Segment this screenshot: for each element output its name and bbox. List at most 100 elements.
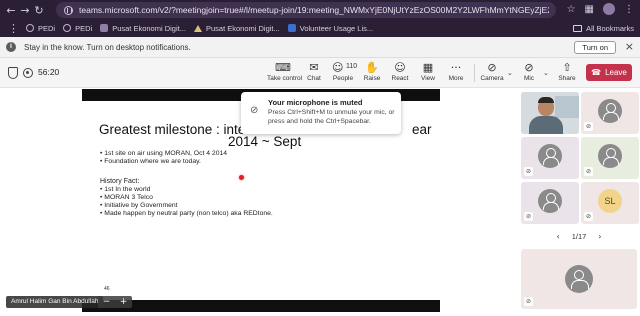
back-icon[interactable]: ← xyxy=(4,4,18,17)
zoom-in-button[interactable]: + xyxy=(120,296,128,308)
smile-icon: ☺ xyxy=(394,61,406,74)
avatar xyxy=(538,144,562,168)
apps-icon[interactable]: ⋮ xyxy=(8,22,19,35)
mic-button[interactable]: ⊘ Mic xyxy=(514,61,544,86)
globe-icon xyxy=(26,24,34,32)
toast-body: Press Ctrl+Shift+M to unmute your mic, o… xyxy=(268,109,395,125)
slide-bullet: Foundation where we are today. xyxy=(100,158,227,166)
participant-tile[interactable]: ⊘ xyxy=(581,92,639,134)
chat-button[interactable]: ✉ Chat xyxy=(299,61,329,86)
notification-message: Stay in the know. Turn on desktop notifi… xyxy=(24,42,191,52)
mic-muted-icon: ⊘ xyxy=(524,167,533,176)
avatar xyxy=(598,144,622,168)
bookmark-pusat-ekonomi-2[interactable]: Pusat Ekonomi Digit... xyxy=(193,24,280,33)
bookmark-volunteer-usage[interactable]: Volunteer Usage Lis... xyxy=(287,24,373,33)
all-bookmarks[interactable]: All Bookmarks xyxy=(573,20,634,36)
video-background-board xyxy=(555,96,579,118)
participant-tile[interactable]: ⊘ xyxy=(521,182,579,224)
presenter-name-tag: Amrul Halim Gan Bin Abdullah xyxy=(6,296,104,308)
chat-icon: ✉ xyxy=(309,61,319,74)
globe-icon xyxy=(63,24,72,32)
extensions-icon[interactable]: ▦ xyxy=(585,4,594,15)
camera-button[interactable]: ⊘ Camera xyxy=(477,61,507,86)
share-button[interactable]: ⇧ Share xyxy=(552,61,582,86)
address-bar-row: ← → ↻ teams.microsoft.com/v2/?meetingjoi… xyxy=(0,0,640,20)
zoom-controls: − + xyxy=(98,296,132,308)
close-icon[interactable]: × xyxy=(625,40,634,53)
reload-icon[interactable]: ↻ xyxy=(32,4,46,17)
bookmark-pedi-1[interactable]: PEDi xyxy=(26,24,55,33)
history-heading: History Fact: xyxy=(100,178,140,185)
leave-button[interactable]: ☎ Leave xyxy=(586,64,632,81)
profile-avatar[interactable] xyxy=(603,3,615,15)
participant-hair xyxy=(538,97,554,103)
mic-muted-icon: ⊘ xyxy=(524,297,533,306)
hand-icon: ✋ xyxy=(365,61,379,74)
raise-hand-button[interactable]: ✋ Raise xyxy=(357,61,387,86)
history-list: 1st In the world MORAN 3 Telco Initiativ… xyxy=(100,186,273,218)
url-text[interactable]: teams.microsoft.com/v2/?meetingjoin=true… xyxy=(79,5,549,15)
drive-icon xyxy=(193,24,202,32)
more-icon: ··· xyxy=(450,61,462,74)
browser-actions: ☆ ▦ ⋮ xyxy=(567,3,634,15)
mic-muted-icon: ⊘ xyxy=(584,122,593,131)
turn-on-button[interactable]: Turn on xyxy=(574,41,616,54)
zoom-out-button[interactable]: − xyxy=(103,296,111,308)
mic-muted-toast: ⊘ Your microphone is muted Press Ctrl+Sh… xyxy=(241,92,401,134)
view-button[interactable]: ▦ View xyxy=(413,61,443,86)
participant-tile[interactable]: ⊘ xyxy=(521,137,579,179)
slide-bullet-list: 1st site on air using MORAN, Oct 4 2014 … xyxy=(100,150,227,166)
site-favicon xyxy=(287,24,296,32)
mic-off-icon: ⊘ xyxy=(524,61,534,74)
avatar xyxy=(538,189,562,213)
toast-title: Your microphone is muted xyxy=(268,98,363,107)
participant-tile[interactable]: ⊘ xyxy=(581,137,639,179)
folder-icon xyxy=(573,24,583,32)
bookmark-pusat-ekonomi-1[interactable]: Pusat Ekonomi Digit... xyxy=(100,24,186,33)
slide-number: 46 xyxy=(104,286,110,292)
chevron-left-icon[interactable]: ‹ xyxy=(556,232,559,241)
shared-screen-bottom-bar xyxy=(82,300,440,312)
participant-video-tile[interactable] xyxy=(521,92,579,134)
people-button[interactable]: ☺ 110 People xyxy=(327,61,359,86)
history-item: 1st In the world xyxy=(100,186,273,194)
history-item: Made happen by neutral party (non telco)… xyxy=(100,210,273,218)
menu-icon[interactable]: ⋮ xyxy=(624,4,634,15)
slide-title-tail: ear xyxy=(412,122,432,137)
camera-off-icon: ⊘ xyxy=(487,61,497,74)
slide-bullet: 1st site on air using MORAN, Oct 4 2014 xyxy=(100,150,227,158)
laser-pointer xyxy=(239,175,244,180)
chevron-right-icon[interactable]: › xyxy=(598,232,601,241)
slide-subtitle: 2014 ~ Sept xyxy=(228,134,302,149)
avatar xyxy=(598,99,622,123)
page-indicator: 1/17 xyxy=(571,231,587,241)
grid-icon: ▦ xyxy=(422,61,434,74)
camera-options-chevron-icon[interactable]: ⌄ xyxy=(507,69,513,77)
site-info-icon[interactable] xyxy=(64,5,73,15)
react-button[interactable]: ☺ React xyxy=(385,61,415,86)
bookmarks-bar: ⋮ PEDi PEDi Pusat Ekonomi Digit... Pusat… xyxy=(0,20,640,36)
take-control-button[interactable]: ⌨ Take control xyxy=(267,61,302,86)
address-bar[interactable]: teams.microsoft.com/v2/?meetingjoin=true… xyxy=(56,2,556,18)
star-icon[interactable]: ☆ xyxy=(567,4,576,15)
people-count: 110 xyxy=(346,63,358,70)
participant-body xyxy=(529,116,563,134)
mic-options-chevron-icon[interactable]: ⌄ xyxy=(543,69,549,77)
mic-muted-icon: ⊘ xyxy=(584,167,593,176)
bookmark-pedi-2[interactable]: PEDi xyxy=(63,24,92,33)
browser-chrome: ← → ↻ teams.microsoft.com/v2/?meetingjoi… xyxy=(0,0,640,58)
site-favicon xyxy=(100,24,109,32)
gallery-pager: ‹ 1/17 › xyxy=(521,230,637,242)
forward-icon[interactable]: → xyxy=(18,4,32,17)
participant-tile[interactable]: SL ⊘ xyxy=(581,182,639,224)
participant-tile-large[interactable]: ⊘ xyxy=(521,249,637,309)
more-button[interactable]: ··· More xyxy=(441,61,471,86)
history-item: Initiative by Government xyxy=(100,202,273,210)
mic-muted-icon: ⊘ xyxy=(584,212,593,221)
notification-banner: i Stay in the know. Turn on desktop noti… xyxy=(0,37,640,58)
avatar xyxy=(565,265,593,293)
take-control-icon: ⌨ xyxy=(275,61,291,74)
recording-icon xyxy=(23,68,33,78)
share-icon: ⇧ xyxy=(562,61,572,74)
mic-muted-icon: ⊘ xyxy=(524,212,533,221)
